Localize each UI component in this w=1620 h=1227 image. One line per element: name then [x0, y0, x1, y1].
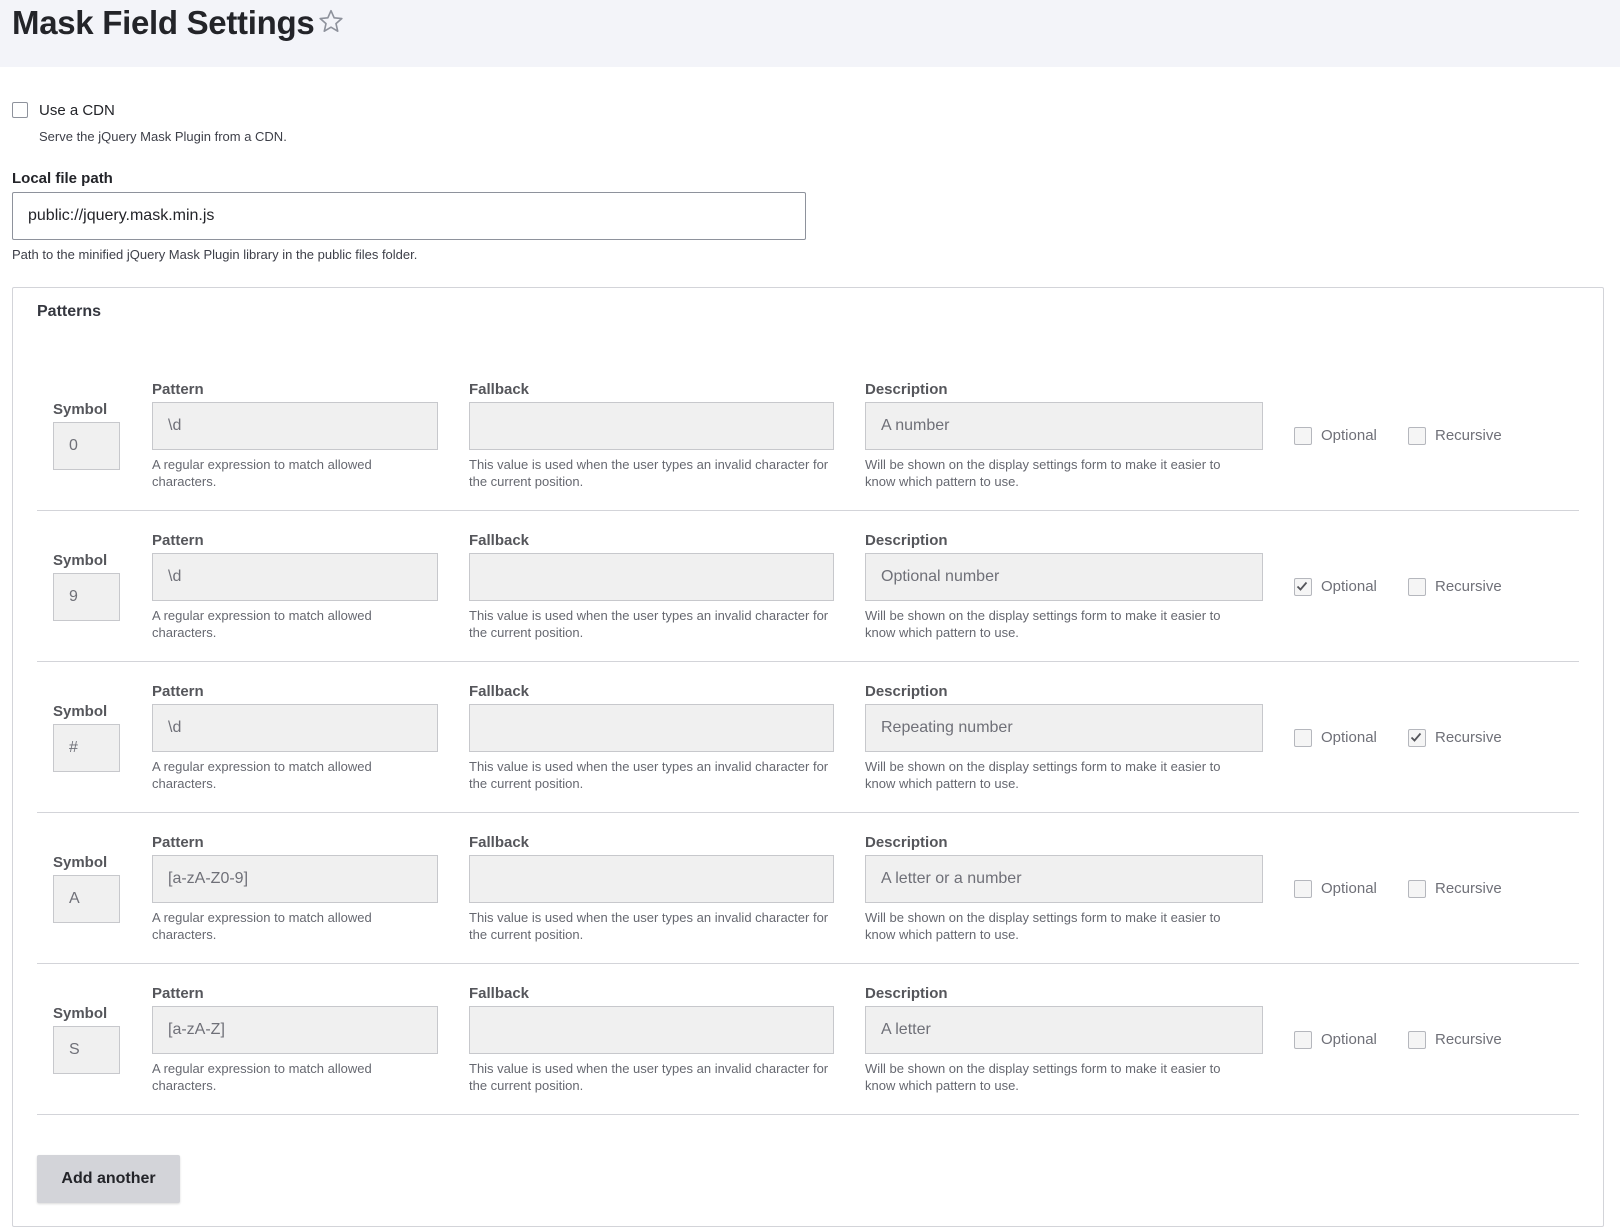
- recursive-checkbox[interactable]: [1408, 427, 1426, 445]
- pattern-help: A regular expression to match allowed ch…: [152, 759, 372, 791]
- fallback-help: This value is used when the user types a…: [469, 608, 829, 640]
- optional-checkbox[interactable]: [1294, 880, 1312, 898]
- recursive-checkbox[interactable]: [1408, 1031, 1426, 1049]
- local-file-path-description: Path to the minified jQuery Mask Plugin …: [12, 247, 418, 262]
- pattern-input[interactable]: \d: [152, 553, 438, 601]
- pattern-label: Pattern: [152, 683, 204, 700]
- fallback-help: This value is used when the user types a…: [469, 910, 829, 942]
- description-help: Will be shown on the display settings fo…: [865, 457, 1221, 489]
- pattern-help: A regular expression to match allowed ch…: [152, 1061, 372, 1093]
- pattern-input[interactable]: [a-zA-Z0-9]: [152, 855, 438, 903]
- symbol-label: Symbol: [53, 703, 108, 720]
- star-icon[interactable]: [318, 8, 344, 34]
- recursive-label: Recursive: [1435, 1031, 1502, 1048]
- symbol-label: Symbol: [53, 854, 108, 871]
- optional-checkbox[interactable]: [1294, 427, 1312, 445]
- pattern-help: A regular expression to match allowed ch…: [152, 457, 372, 489]
- fallback-help: This value is used when the user types a…: [469, 759, 829, 791]
- description-label: Description: [865, 834, 948, 851]
- optional-label: Optional: [1321, 1031, 1377, 1048]
- recursive-label: Recursive: [1435, 427, 1502, 444]
- description-help: Will be shown on the display settings fo…: [865, 910, 1221, 942]
- description-label: Description: [865, 985, 948, 1002]
- description-help: Will be shown on the display settings fo…: [865, 608, 1221, 640]
- description-input[interactable]: A letter: [865, 1006, 1263, 1054]
- use-cdn-description: Serve the jQuery Mask Plugin from a CDN.: [39, 129, 287, 144]
- pattern-row: Symbol A Pattern [a-zA-Z0-9] A regular expre…: [37, 813, 1579, 964]
- symbol-label: Symbol: [53, 401, 108, 418]
- recursive-label: Recursive: [1435, 880, 1502, 897]
- symbol-input[interactable]: 9: [53, 573, 120, 621]
- description-help: Will be shown on the display settings fo…: [865, 759, 1221, 791]
- fallback-input[interactable]: [469, 704, 834, 752]
- pattern-row: Symbol 0 Pattern \d A regular expression to …: [37, 360, 1579, 511]
- description-input[interactable]: A number: [865, 402, 1263, 450]
- fallback-input[interactable]: [469, 855, 834, 903]
- symbol-input[interactable]: 0: [53, 422, 120, 470]
- fallback-label: Fallback: [469, 381, 530, 398]
- page-title: Mask Field Settings: [12, 4, 315, 41]
- patterns-legend: Patterns: [37, 303, 102, 320]
- fallback-input[interactable]: [469, 1006, 834, 1054]
- description-input[interactable]: A letter or a number: [865, 855, 1263, 903]
- symbol-input[interactable]: A: [53, 875, 120, 923]
- pattern-input[interactable]: \d: [152, 402, 438, 450]
- local-file-path-input[interactable]: [12, 192, 806, 240]
- fallback-label: Fallback: [469, 985, 530, 1002]
- optional-checkbox[interactable]: [1294, 1031, 1312, 1049]
- fallback-input[interactable]: [469, 553, 834, 601]
- fallback-help: This value is used when the user types a…: [469, 1061, 829, 1093]
- optional-label: Optional: [1321, 578, 1377, 595]
- description-label: Description: [865, 532, 948, 549]
- description-input[interactable]: Repeating number: [865, 704, 1263, 752]
- description-label: Description: [865, 683, 948, 700]
- optional-checkbox[interactable]: [1294, 729, 1312, 747]
- recursive-label: Recursive: [1435, 578, 1502, 595]
- fallback-input[interactable]: [469, 402, 834, 450]
- fallback-label: Fallback: [469, 834, 530, 851]
- recursive-checkbox[interactable]: [1408, 729, 1426, 747]
- symbol-input[interactable]: #: [53, 724, 120, 772]
- fallback-help: This value is used when the user types a…: [469, 457, 829, 489]
- optional-label: Optional: [1321, 880, 1377, 897]
- pattern-row: Symbol S Pattern [a-zA-Z] A regular expressi…: [37, 964, 1579, 1115]
- fallback-label: Fallback: [469, 532, 530, 549]
- description-label: Description: [865, 381, 948, 398]
- optional-label: Optional: [1321, 729, 1377, 746]
- pattern-input[interactable]: \d: [152, 704, 438, 752]
- add-another-button[interactable]: Add another: [37, 1155, 180, 1203]
- recursive-checkbox[interactable]: [1408, 880, 1426, 898]
- pattern-label: Pattern: [152, 834, 204, 851]
- page-header: Mask Field Settings: [0, 0, 1620, 67]
- use-cdn-label: Use a CDN: [39, 102, 115, 119]
- pattern-label: Pattern: [152, 381, 204, 398]
- recursive-label: Recursive: [1435, 729, 1502, 746]
- fallback-label: Fallback: [469, 683, 530, 700]
- description-help: Will be shown on the display settings fo…: [865, 1061, 1221, 1093]
- pattern-row: Symbol 9 Pattern \d A regular expression to …: [37, 511, 1579, 662]
- pattern-help: A regular expression to match allowed ch…: [152, 608, 372, 640]
- use-cdn-checkbox[interactable]: [12, 102, 28, 118]
- pattern-help: A regular expression to match allowed ch…: [152, 910, 372, 942]
- pattern-label: Pattern: [152, 532, 204, 549]
- pattern-input[interactable]: [a-zA-Z]: [152, 1006, 438, 1054]
- symbol-label: Symbol: [53, 1005, 108, 1022]
- pattern-row: Symbol # Pattern \d A regular expression to …: [37, 662, 1579, 813]
- symbol-input[interactable]: S: [53, 1026, 120, 1074]
- pattern-label: Pattern: [152, 985, 204, 1002]
- description-input[interactable]: Optional number: [865, 553, 1263, 601]
- symbol-label: Symbol: [53, 552, 108, 569]
- optional-checkbox[interactable]: [1294, 578, 1312, 596]
- recursive-checkbox[interactable]: [1408, 578, 1426, 596]
- optional-label: Optional: [1321, 427, 1377, 444]
- local-file-path-label: Local file path: [12, 170, 113, 187]
